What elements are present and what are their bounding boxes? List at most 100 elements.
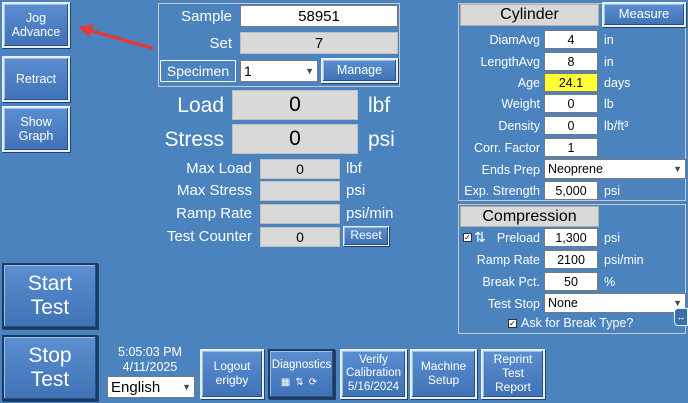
manage-button[interactable]: Manage [321, 58, 398, 83]
comp-ramp-rate-unit: psi/min [604, 253, 644, 267]
max-load-readout: 0 [260, 159, 340, 179]
length-avg-value: 8 [567, 54, 575, 69]
ramp-rate-readout [260, 204, 340, 224]
specimen-select[interactable]: 1 ▼ [240, 60, 318, 82]
test-stop-select[interactable]: None ▼ [544, 293, 686, 313]
set-label: Set [209, 35, 232, 52]
break-pct-field[interactable]: 50 [544, 272, 598, 291]
exp-strength-field[interactable]: 5,000 [544, 181, 598, 200]
test-stop-label: Test Stop [487, 297, 540, 311]
density-label: Density [498, 119, 540, 133]
density-unit: lb/ft³ [604, 119, 629, 133]
corr-factor-label: Corr. Factor [474, 141, 540, 155]
weight-unit: lb [604, 97, 614, 111]
measure-label: Measure [618, 6, 670, 22]
test-label: Test [501, 366, 524, 381]
age-field: 24.1 [544, 73, 598, 92]
diam-avg-field[interactable]: 4 [544, 30, 598, 49]
ends-prep-label: Ends Prep [481, 163, 540, 177]
stop-test-button[interactable]: Stop Test [2, 335, 98, 401]
logout-user: erigby [215, 373, 249, 387]
ramp-rate-label: Ramp Rate [176, 205, 252, 222]
diam-avg-label: DiamAvg [489, 33, 540, 47]
weight-label: Weight [501, 97, 540, 111]
exp-strength-unit: psi [604, 184, 620, 198]
corr-factor-value: 1 [567, 140, 575, 155]
chevron-down-icon: ▼ [182, 382, 191, 392]
max-load-value: 0 [296, 161, 304, 177]
diam-avg-value: 4 [567, 32, 575, 47]
setup-label: Setup [427, 373, 460, 387]
length-avg-field[interactable]: 8 [544, 52, 598, 71]
show-graph-label: Show Graph [18, 114, 54, 143]
ends-prep-value: Neoprene [548, 162, 603, 176]
logout-button[interactable]: Logout erigby [200, 349, 264, 399]
verify-label: Verify [359, 354, 388, 367]
chevron-down-icon: ▼ [305, 66, 314, 76]
side-handle-icon[interactable]: ↔ [674, 308, 688, 326]
comp-ramp-rate-field[interactable]: 2100 [544, 250, 598, 269]
load-unit: lbf [368, 94, 391, 117]
retract-button[interactable]: Retract [2, 56, 70, 102]
specimen-label: Specimen [160, 60, 236, 82]
show-graph-button[interactable]: Show Graph [2, 106, 70, 152]
diagnostics-icons: ▦⇅⟳ [281, 377, 322, 389]
comp-ramp-rate-value: 2100 [557, 252, 585, 267]
language-select[interactable]: English ▼ [107, 376, 195, 398]
set-field: 7 [240, 32, 398, 54]
preload-checkbox[interactable]: ✓ [463, 233, 472, 242]
diagnostics-button[interactable]: Diagnostics ▦⇅⟳ [268, 349, 335, 399]
test-counter-readout: 0 [260, 227, 340, 247]
measure-button[interactable]: Measure [602, 2, 686, 27]
load-readout: 0 [232, 90, 358, 120]
reprint-label: Reprint [493, 352, 533, 367]
weight-field[interactable]: 0 [544, 94, 598, 113]
machine-setup-button[interactable]: Machine Setup [410, 349, 477, 399]
preload-value: 1,300 [555, 230, 587, 245]
stress-label: Stress [164, 128, 224, 151]
ramp-rate-unit: psi/min [346, 205, 394, 222]
clock-date: 4/11/2025 [122, 360, 178, 374]
ends-prep-select[interactable]: Neoprene ▼ [544, 159, 686, 179]
test-counter-label: Test Counter [166, 228, 252, 245]
calibration-label: Calibration [346, 367, 401, 380]
network-icon: ▦ [280, 377, 296, 389]
test-counter-value: 0 [296, 229, 304, 245]
sample-value: 58951 [298, 7, 340, 25]
break-pct-label: Break Pct. [482, 275, 540, 289]
logout-label: Logout [213, 359, 251, 374]
weight-value: 0 [567, 96, 575, 111]
stress-readout: 0 [232, 124, 358, 154]
load-value: 0 [289, 93, 301, 116]
reset-button[interactable]: Reset [343, 226, 389, 246]
break-pct-value: 50 [564, 274, 578, 289]
load-label: Load [177, 94, 224, 117]
ask-break-type-checkbox[interactable]: ✓ [508, 319, 517, 328]
corr-factor-field[interactable]: 1 [544, 138, 598, 157]
report-label: Report [494, 379, 532, 394]
start-test-button[interactable]: Start Test [2, 263, 98, 329]
set-value: 7 [314, 34, 324, 52]
start-test-label: Start Test [27, 271, 73, 319]
max-stress-label: Max Stress [176, 182, 252, 199]
cylinder-title: Cylinder [460, 4, 599, 26]
density-value: 0 [567, 118, 575, 133]
reset-label: Reset [350, 228, 382, 243]
sample-field[interactable]: 58951 [240, 5, 398, 27]
max-stress-unit: psi [346, 182, 366, 199]
chevron-down-icon: ▼ [673, 164, 682, 174]
jog-advance-button[interactable]: Jog Advance [2, 2, 70, 48]
length-avg-unit: in [604, 55, 614, 69]
density-field[interactable]: 0 [544, 116, 598, 135]
age-value: 24.1 [558, 75, 584, 90]
preload-field[interactable]: 1,300 [544, 228, 598, 247]
sync-icon: ⟳ [308, 377, 323, 389]
specimen-value: 1 [244, 63, 252, 79]
chevron-down-icon: ▼ [673, 298, 682, 308]
exp-strength-value: 5,000 [555, 183, 587, 198]
verify-calibration-button[interactable]: Verify Calibration 5/16/2024 [340, 349, 407, 399]
stress-value: 0 [289, 127, 301, 150]
transfer-icon: ⇅ [295, 377, 309, 389]
max-load-label: Max Load [186, 160, 252, 177]
reprint-test-report-button[interactable]: Reprint Test Report [481, 349, 545, 399]
